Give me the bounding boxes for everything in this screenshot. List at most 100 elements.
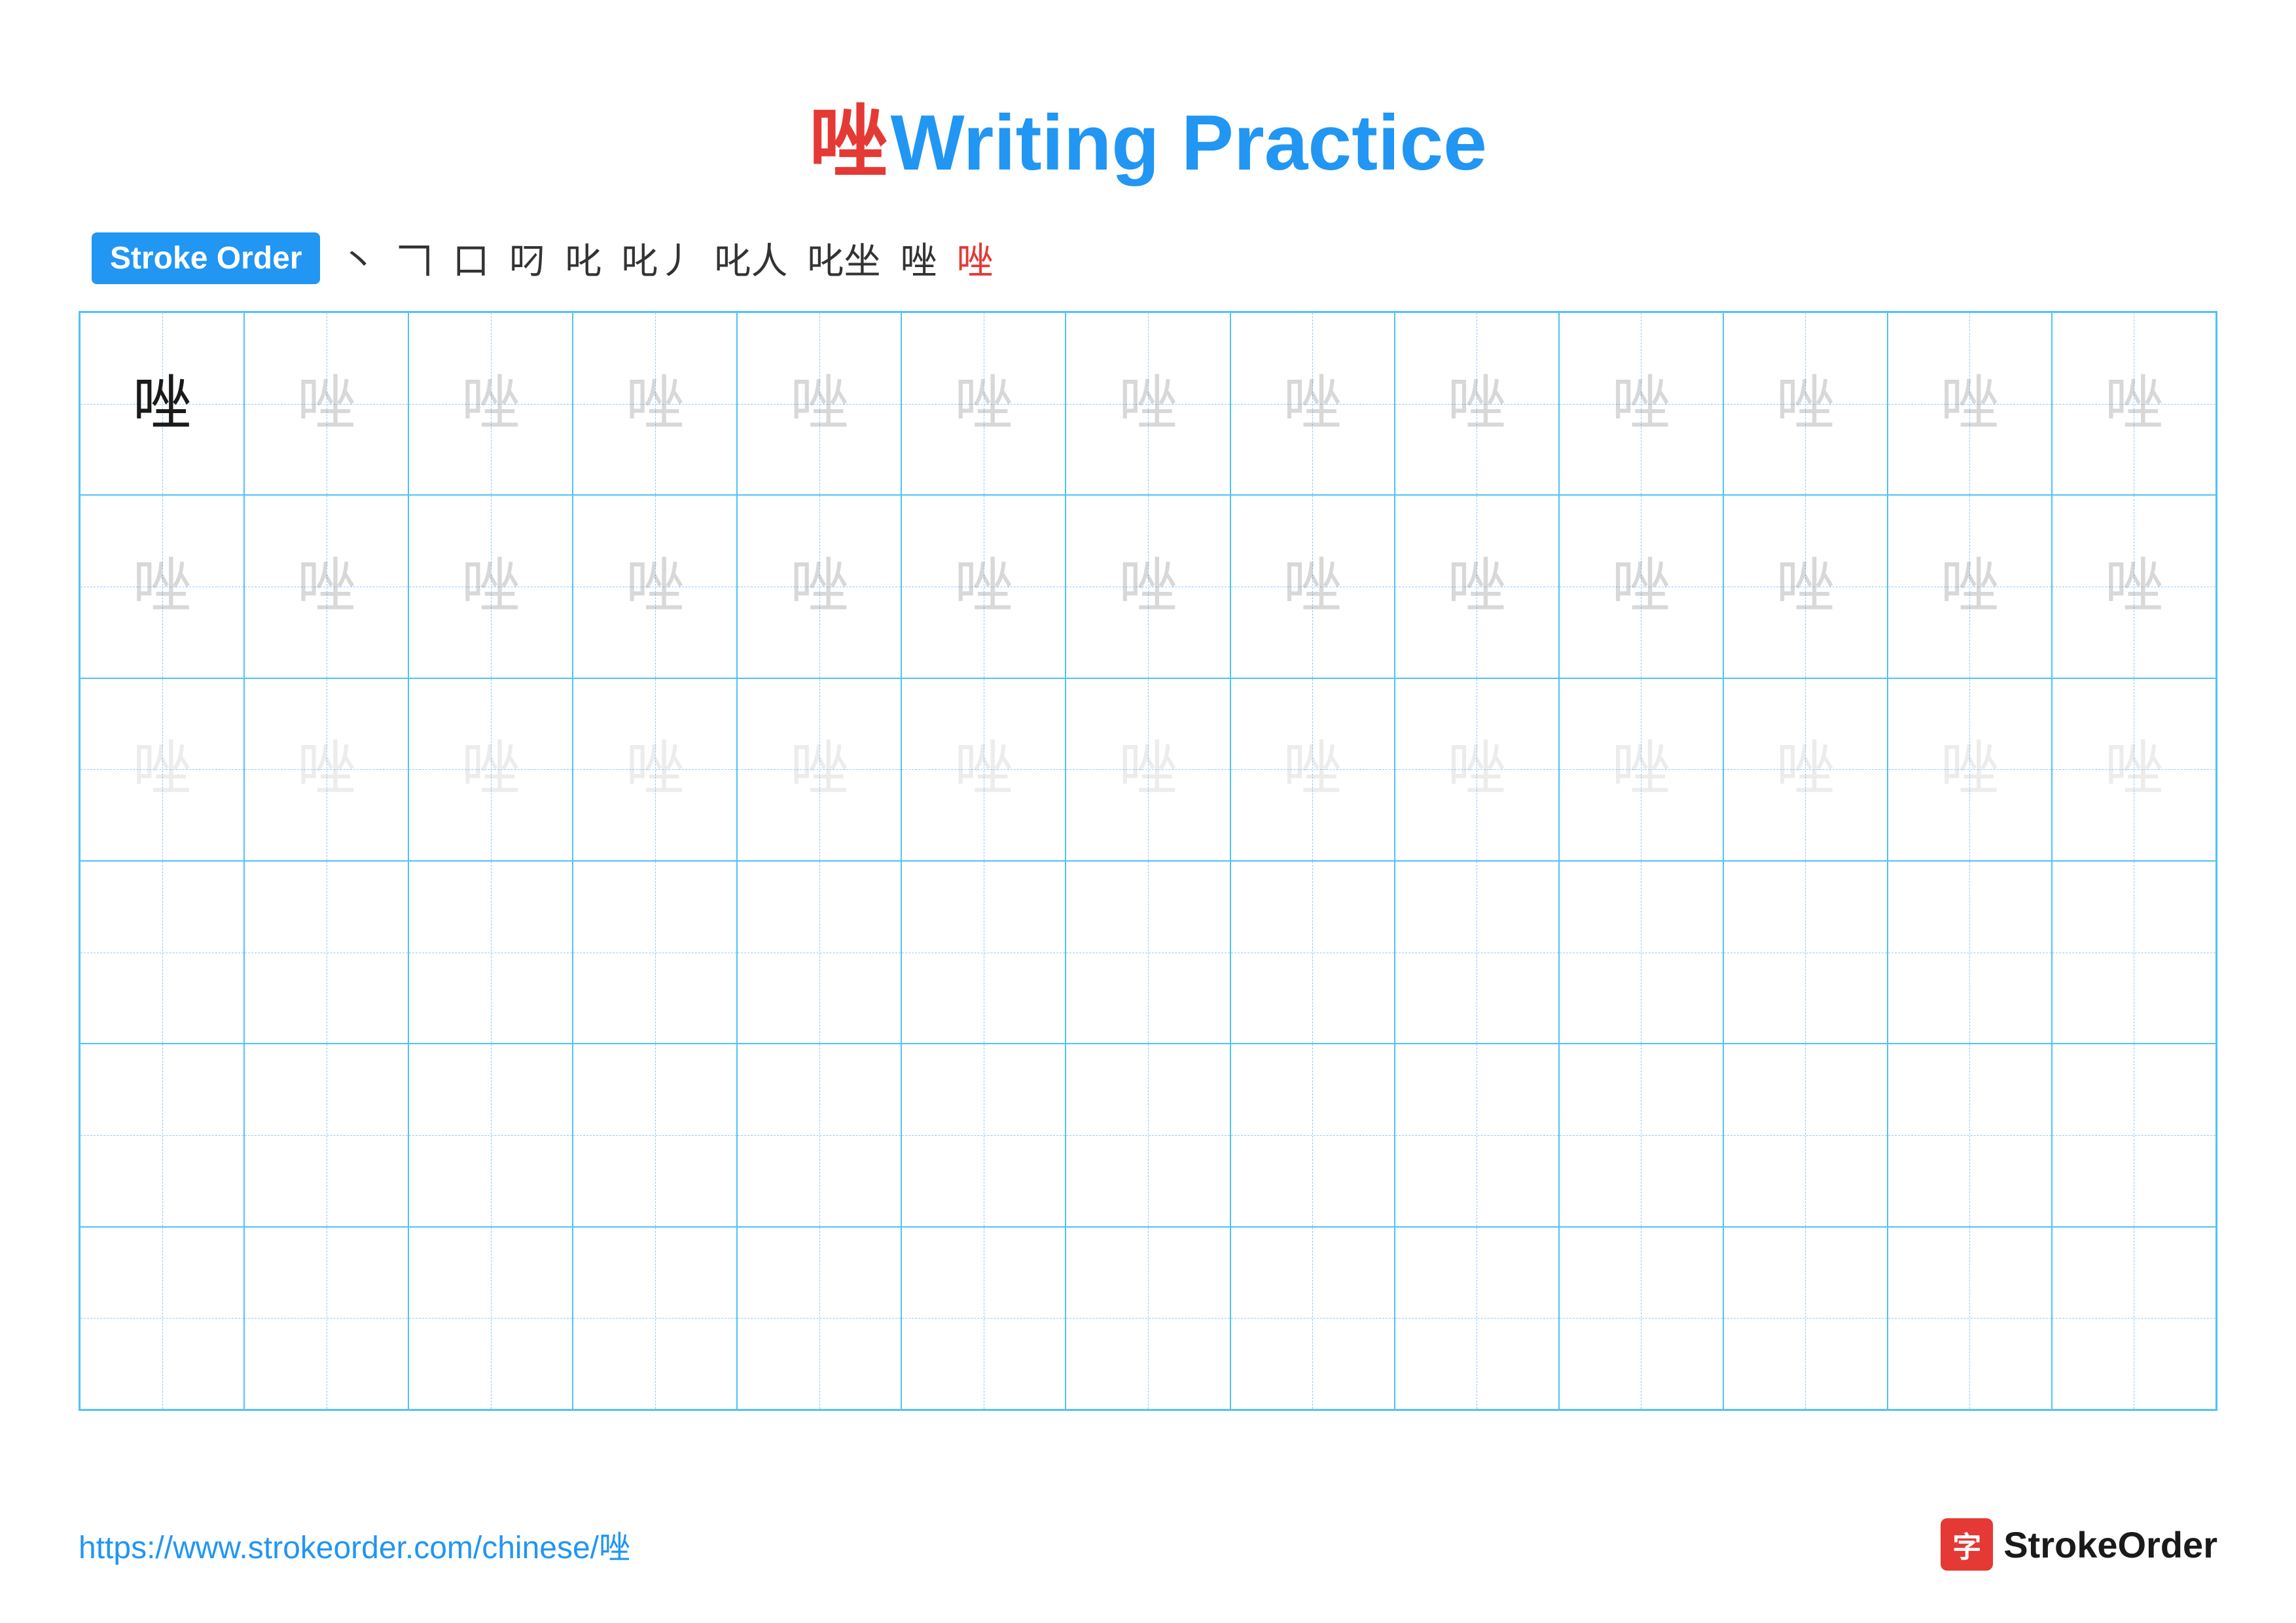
grid-cell[interactable] xyxy=(244,861,408,1044)
grid-cell[interactable] xyxy=(244,1227,408,1410)
grid-cell[interactable] xyxy=(737,1044,901,1226)
grid-cell[interactable] xyxy=(2052,861,2216,1044)
practice-char: 唑 xyxy=(1283,740,1342,799)
grid-cell[interactable]: 唑 xyxy=(80,495,244,678)
stroke-step-3: 口 xyxy=(452,232,489,285)
grid-cell[interactable]: 唑 xyxy=(408,495,573,678)
grid-cell[interactable] xyxy=(573,1044,737,1226)
practice-char: 唑 xyxy=(297,740,356,799)
grid-cell[interactable]: 唑 xyxy=(573,678,737,861)
practice-char: 唑 xyxy=(954,740,1013,799)
grid-cell[interactable] xyxy=(901,1044,1066,1226)
footer-logo-icon: 字 xyxy=(1941,1518,1993,1571)
grid-cell[interactable]: 唑 xyxy=(901,312,1066,495)
grid-cell[interactable] xyxy=(901,861,1066,1044)
grid-cell[interactable] xyxy=(408,861,573,1044)
grid-cell[interactable]: 唑 xyxy=(1559,312,1723,495)
page: 唑 Writing Practice Stroke Order 丶 𠃍 口 叼 … xyxy=(0,0,2296,1623)
grid-cell[interactable] xyxy=(1888,1227,2052,1410)
grid-cell[interactable]: 唑 xyxy=(1888,312,2052,495)
grid-cell[interactable] xyxy=(1230,1044,1395,1226)
grid-cell[interactable] xyxy=(1559,1044,1723,1226)
grid-cell[interactable] xyxy=(80,1044,244,1226)
practice-char: 唑 xyxy=(790,740,849,799)
stroke-step-9: 唑 xyxy=(900,232,937,285)
practice-char: 唑 xyxy=(461,374,520,433)
stroke-step-6: 叱丿 xyxy=(621,232,694,285)
grid-cell[interactable]: 唑 xyxy=(573,495,737,678)
grid-cell[interactable] xyxy=(408,1227,573,1410)
grid-cell[interactable] xyxy=(1395,1044,1559,1226)
grid-cell[interactable]: 唑 xyxy=(1066,678,1230,861)
grid-cell[interactable] xyxy=(1230,861,1395,1044)
grid-cell[interactable] xyxy=(1888,861,2052,1044)
grid-cell[interactable] xyxy=(2052,1227,2216,1410)
grid-cell[interactable]: 唑 xyxy=(2052,312,2216,495)
grid-cell[interactable]: 唑 xyxy=(80,312,244,495)
grid-cell[interactable]: 唑 xyxy=(244,495,408,678)
grid-cell[interactable]: 唑 xyxy=(1888,678,2052,861)
stroke-order-badge: Stroke Order xyxy=(92,232,320,284)
grid-cell[interactable] xyxy=(1230,1227,1395,1410)
grid-cell[interactable] xyxy=(1066,1227,1230,1410)
grid-cell[interactable] xyxy=(1723,1044,1888,1226)
practice-char: 唑 xyxy=(1447,374,1506,433)
stroke-step-10: 唑 xyxy=(956,232,993,285)
grid-cell[interactable]: 唑 xyxy=(737,678,901,861)
grid-cell[interactable]: 唑 xyxy=(1230,678,1395,861)
grid-cell[interactable] xyxy=(1723,1227,1888,1410)
grid-cell[interactable]: 唑 xyxy=(1723,678,1888,861)
grid-cell[interactable] xyxy=(737,1227,901,1410)
practice-char: 唑 xyxy=(1119,557,1177,616)
grid-cell[interactable]: 唑 xyxy=(2052,678,2216,861)
grid-cell[interactable]: 唑 xyxy=(1723,495,1888,678)
grid-cell[interactable]: 唑 xyxy=(244,312,408,495)
grid-cell[interactable]: 唑 xyxy=(1066,495,1230,678)
practice-char: 唑 xyxy=(1940,740,1999,799)
grid-cell[interactable] xyxy=(573,861,737,1044)
grid-cell[interactable] xyxy=(1559,861,1723,1044)
grid-cell[interactable]: 唑 xyxy=(244,678,408,861)
grid-cell[interactable] xyxy=(1888,1044,2052,1226)
grid-cell[interactable]: 唑 xyxy=(408,678,573,861)
grid-cell[interactable]: 唑 xyxy=(1230,312,1395,495)
grid-cell[interactable]: 唑 xyxy=(1066,312,1230,495)
grid-cell[interactable] xyxy=(244,1044,408,1226)
grid-cell[interactable]: 唑 xyxy=(737,495,901,678)
practice-char: 唑 xyxy=(1119,740,1177,799)
grid-cell[interactable]: 唑 xyxy=(408,312,573,495)
grid-cell[interactable]: 唑 xyxy=(1559,678,1723,861)
grid-cell[interactable]: 唑 xyxy=(1723,312,1888,495)
practice-char: 唑 xyxy=(626,374,685,433)
grid-cell[interactable] xyxy=(901,1227,1066,1410)
grid-cell[interactable]: 唑 xyxy=(573,312,737,495)
grid-cell[interactable] xyxy=(80,861,244,1044)
grid-cell[interactable]: 唑 xyxy=(1395,678,1559,861)
practice-char: 唑 xyxy=(1447,557,1506,616)
grid-cell[interactable]: 唑 xyxy=(1888,495,2052,678)
practice-char: 唑 xyxy=(626,557,685,616)
practice-char: 唑 xyxy=(1283,557,1342,616)
grid-cell[interactable] xyxy=(80,1227,244,1410)
grid-cell[interactable] xyxy=(1066,1044,1230,1226)
grid-cell[interactable] xyxy=(573,1227,737,1410)
grid-cell[interactable]: 唑 xyxy=(737,312,901,495)
grid-cell[interactable] xyxy=(2052,1044,2216,1226)
grid-cell[interactable]: 唑 xyxy=(2052,495,2216,678)
title-writing-practice: Writing Practice xyxy=(891,99,1487,187)
grid-cell[interactable] xyxy=(737,861,901,1044)
grid-cell[interactable] xyxy=(1395,861,1559,1044)
grid-cell[interactable] xyxy=(1559,1227,1723,1410)
grid-cell[interactable]: 唑 xyxy=(1230,495,1395,678)
grid-cell[interactable]: 唑 xyxy=(1395,312,1559,495)
grid-cell[interactable]: 唑 xyxy=(80,678,244,861)
grid-cell[interactable]: 唑 xyxy=(901,678,1066,861)
grid-cell[interactable]: 唑 xyxy=(1559,495,1723,678)
grid-cell[interactable]: 唑 xyxy=(901,495,1066,678)
practice-char: 唑 xyxy=(1776,374,1835,433)
grid-cell[interactable] xyxy=(1066,861,1230,1044)
grid-cell[interactable]: 唑 xyxy=(1395,495,1559,678)
grid-cell[interactable] xyxy=(1723,861,1888,1044)
grid-cell[interactable] xyxy=(1395,1227,1559,1410)
grid-cell[interactable] xyxy=(408,1044,573,1226)
